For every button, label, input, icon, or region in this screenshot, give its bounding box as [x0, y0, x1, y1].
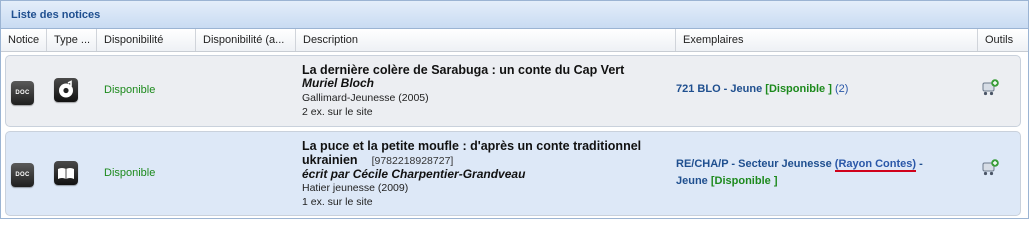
notice-publisher: Gallimard-Jeunesse (2005)	[302, 92, 429, 104]
copies-on-site: 1 ex. sur le site	[302, 196, 373, 208]
section-dash: -	[919, 158, 923, 170]
doc-icon[interactable]: DOC	[11, 81, 34, 105]
copy-status: Disponible	[714, 175, 771, 187]
column-header-availability[interactable]: Disponibilité	[97, 29, 196, 51]
column-header-notice[interactable]: Notice	[1, 29, 47, 51]
notice-title-line1: La puce et la petite moufle : d'après un…	[302, 139, 642, 153]
copy-status: Disponible	[768, 83, 826, 95]
call-number: 721 BLO - Jeune	[676, 83, 763, 95]
table-header: Notice Type ... Disponibilité Disponibil…	[1, 29, 1028, 52]
notice-publisher: Hatier jeunesse (2009)	[302, 182, 409, 194]
status-close-bracket: ]	[773, 175, 778, 187]
notice-title-line2: ukrainien	[302, 153, 358, 167]
copies-info: 721 BLO - Jeune [Disponible ] (2)	[676, 81, 848, 98]
section-label: Jeune	[676, 175, 708, 187]
cart-add-icon[interactable]	[980, 159, 1000, 177]
column-header-description[interactable]: Description	[296, 29, 676, 51]
copies-on-site: 2 ex. sur le site	[302, 106, 373, 118]
music-disc-icon	[54, 78, 78, 102]
notice-author: Muriel Bloch	[302, 76, 375, 90]
call-number: RE/CHA/P - Secteur Jeunesse	[676, 158, 832, 170]
panel-header: Liste des notices	[1, 1, 1028, 29]
column-header-tools[interactable]: Outils	[978, 29, 1028, 51]
open-book-icon	[54, 161, 78, 185]
column-header-copies[interactable]: Exemplaires	[676, 29, 978, 51]
cart-add-icon[interactable]	[980, 79, 1000, 97]
doc-icon[interactable]: DOC	[11, 163, 34, 187]
shelf-close-paren: )	[912, 158, 917, 170]
copies-info: RE/CHA/P - Secteur Jeunesse (Rayon Conte…	[676, 156, 976, 190]
notice-title-link[interactable]: La dernière colère de Sarabuga : un cont…	[302, 63, 624, 77]
shelf-link[interactable]: (Rayon Contes)	[834, 158, 917, 172]
notice-author: écrit par Cécile Charpentier-Grandveau	[302, 167, 526, 181]
more-copies-link[interactable]: (2)	[835, 83, 848, 95]
shelf-label: Rayon Contes	[838, 158, 913, 170]
column-header-type[interactable]: Type ...	[47, 29, 97, 51]
availability-status: Disponible	[104, 84, 156, 96]
notice-isbn: [9782218928727]	[371, 155, 454, 167]
panel-title: Liste des notices	[11, 9, 101, 21]
column-header-availability-detail[interactable]: Disponibilité (a...	[196, 29, 296, 51]
availability-status: Disponible	[104, 167, 156, 179]
status-close-bracket: ]	[828, 83, 832, 95]
notice-title-link[interactable]: La puce et la petite moufle : d'après un…	[302, 139, 641, 168]
